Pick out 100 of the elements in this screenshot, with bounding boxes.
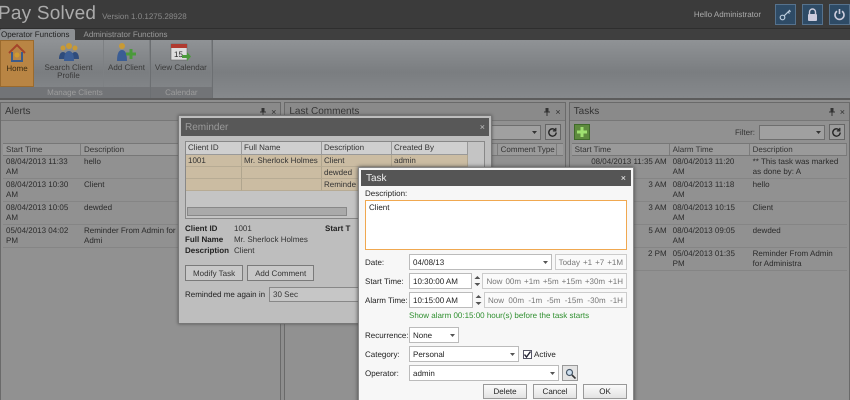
table-cell-text: 08/04/2013 09:05 AM: [672, 225, 736, 247]
table-cell-text: 08/04/2013 10:15 AM: [672, 202, 736, 224]
time-field[interactable]: 10:15:00 AM: [409, 292, 473, 308]
ribbon-tab[interactable]: Administrator Functions: [75, 29, 176, 40]
field-label: Alarm Time:: [365, 296, 409, 304]
dialog-button[interactable]: Delete: [483, 384, 527, 399]
quick-button[interactable]: +1: [582, 258, 592, 266]
key-button[interactable]: [775, 4, 796, 24]
dialog-button[interactable]: Modify Task: [185, 265, 244, 281]
operator-dropdown[interactable]: admin: [409, 365, 559, 381]
quick-button[interactable]: -30m: [587, 296, 606, 304]
quick-button[interactable]: 00m: [505, 276, 522, 286]
quick-button[interactable]: +1m: [524, 276, 540, 286]
quick-button[interactable]: +7: [595, 258, 604, 266]
dialog-button[interactable]: Cancel: [533, 384, 577, 399]
checkbox[interactable]: [523, 350, 532, 358]
power-icon: [833, 8, 846, 20]
table-cell: Client: [322, 155, 392, 167]
quick-button[interactable]: +1H: [608, 276, 623, 286]
caret-icon: [450, 334, 455, 336]
pin-icon[interactable]: [828, 108, 835, 116]
quick-button[interactable]: -1m: [528, 296, 542, 304]
caret-icon: [532, 130, 537, 134]
quick-button[interactable]: -5m: [546, 296, 560, 304]
add-button[interactable]: [574, 124, 590, 140]
table-cell-text: 05/04/2013 04:02 PM: [5, 225, 70, 247]
scrollbar[interactable]: [187, 207, 347, 216]
spinner-icon[interactable]: [475, 294, 482, 306]
date-field[interactable]: 04/08/13: [409, 254, 552, 270]
table-cell-text: 08/04/2013 10:05 AM: [5, 202, 70, 224]
table-cell: 3 AM: [648, 203, 667, 212]
dialog-button[interactable]: Add Comment: [247, 265, 314, 281]
column-header[interactable]: Start Time: [3, 144, 81, 155]
column-header[interactable]: Created By: [392, 142, 468, 155]
caret-icon: [542, 260, 548, 264]
quick-button[interactable]: +1M: [607, 258, 623, 266]
field-label: Recurrence:: [365, 330, 409, 340]
quick-button[interactable]: +5m: [542, 276, 559, 286]
people-icon: [58, 42, 80, 62]
table-cell-text: 08/04/2013 11:33 AM: [5, 156, 69, 178]
field-label: Operator:: [365, 368, 400, 378]
table-cell-text: Reminder From Admin for Administra: [752, 248, 834, 270]
dialog-title: Reminder: [185, 122, 228, 132]
time-field[interactable]: 10:30:00 AM: [409, 273, 472, 289]
ribbon-tab[interactable]: Operator Functions: [0, 29, 76, 40]
column-header[interactable]: Full Name: [242, 142, 322, 155]
version-label: Version 1.0.1275.28928: [102, 12, 187, 21]
column-header[interactable]: Description: [750, 144, 847, 155]
field-label: Full Name: [185, 235, 224, 244]
column-header[interactable]: Alarm Time: [670, 144, 750, 155]
dialog-button[interactable]: OK: [583, 384, 627, 399]
lock-button[interactable]: [802, 4, 823, 24]
table-cell: 08/04/2013 11:35 AM: [591, 157, 667, 166]
table-cell: [186, 167, 242, 179]
close-button[interactable]: ×: [834, 106, 845, 116]
table-cell: 1001: [186, 155, 242, 167]
column-header[interactable]: Client ID: [186, 142, 242, 155]
quick-button[interactable]: 00m: [508, 296, 524, 304]
alarm-note: Show alarm 00:15:00 hour(s) before the task starts: [409, 311, 590, 322]
category-dropdown[interactable]: Personal: [409, 346, 519, 362]
search-button[interactable]: [562, 365, 578, 381]
description-textarea[interactable]: Client: [365, 200, 627, 250]
caret-icon: [816, 130, 821, 134]
pin-icon[interactable]: [544, 108, 550, 116]
field-label: Description: [185, 246, 230, 255]
quick-button[interactable]: +30m: [584, 276, 606, 286]
column-header[interactable]: Description: [322, 142, 392, 155]
field-label: Start T: [325, 224, 350, 235]
quick-button[interactable]: Now: [488, 296, 504, 304]
table-cell: [186, 179, 242, 191]
table-cell-text: ** This task was marked as done by: A: [752, 156, 840, 178]
close-button[interactable]: ×: [480, 122, 485, 132]
refresh-button[interactable]: [828, 124, 845, 140]
caret-icon: [550, 372, 555, 374]
lock-icon: [807, 8, 818, 20]
column-header[interactable]: Start Time: [572, 144, 670, 155]
close-button[interactable]: ×: [550, 106, 561, 116]
table-cell-text: hello: [83, 156, 102, 168]
table-cell: 3 AM: [648, 180, 667, 189]
quick-button[interactable]: -15m: [564, 296, 583, 304]
checkbox-label: Active: [534, 350, 556, 358]
field-value: Client: [234, 246, 256, 255]
ribbon-button[interactable]: Home: [0, 40, 34, 87]
panel-title: Last Comments: [289, 106, 360, 117]
pin-icon[interactable]: [260, 108, 266, 116]
table-cell: admin: [392, 155, 468, 167]
quick-button[interactable]: -1H: [610, 296, 623, 304]
table-cell-text: dewded: [83, 202, 114, 214]
table-cell: Mr. Sherlock Holmes: [242, 155, 322, 167]
table-cell-text: 05/04/2013 01:35 PM: [672, 248, 736, 270]
recurrence-dropdown[interactable]: None: [409, 327, 459, 343]
field-value: 1001: [234, 224, 253, 233]
table-cell-text: 08/04/2013 10:30 AM: [5, 179, 70, 201]
close-button[interactable]: ×: [266, 106, 276, 116]
add-person-icon: [115, 42, 138, 62]
refresh-button[interactable]: [544, 124, 561, 140]
column-header[interactable]: Comment Type: [496, 144, 557, 155]
power-button[interactable]: [829, 4, 850, 24]
quick-button[interactable]: +15m: [562, 276, 582, 286]
quick-button[interactable]: Now: [486, 276, 502, 286]
